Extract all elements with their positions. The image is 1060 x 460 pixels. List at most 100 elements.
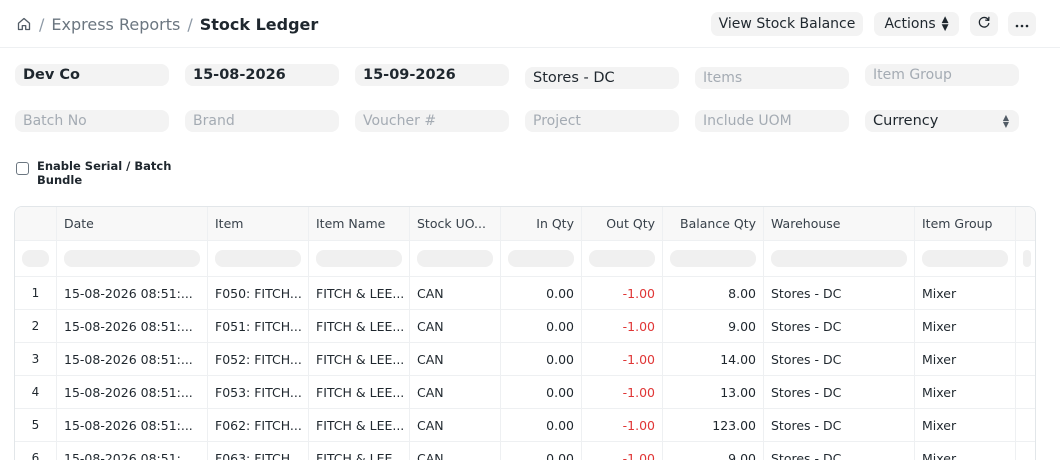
cell-in-qty[interactable]: 0.00 [501, 442, 582, 460]
row-index[interactable]: 3 [15, 343, 57, 375]
cell-warehouse[interactable]: Stores - DC [764, 409, 915, 441]
column-header-item-name[interactable]: Item Name [309, 207, 410, 240]
column-header-out-qty[interactable]: Out Qty [582, 207, 663, 240]
cell-stock-uom[interactable]: CAN [410, 310, 501, 342]
brand-field[interactable]: Brand [185, 110, 339, 132]
cell-in-qty[interactable]: 0.00 [501, 343, 582, 375]
cell-item-name[interactable]: FITCH & LEE... [309, 310, 410, 342]
cell-item-group[interactable]: Mixer [915, 409, 1016, 441]
row-index[interactable]: 4 [15, 376, 57, 408]
to-date-field[interactable]: 15-09-2026 [355, 64, 509, 86]
filter-item[interactable] [208, 241, 309, 276]
cell-item-group[interactable]: Mixer [915, 376, 1016, 408]
filter-balance-qty[interactable] [663, 241, 764, 276]
table-row[interactable]: 1 15-08-2026 08:51:... F050: FITCH... FITCH… [15, 277, 1035, 310]
cell-in-qty[interactable]: 0.00 [501, 310, 582, 342]
more-button[interactable] [1008, 12, 1036, 36]
cell-out-qty[interactable]: -1.00 [582, 310, 663, 342]
cell-item-group[interactable]: Mixer [915, 442, 1016, 460]
column-header-warehouse[interactable]: Warehouse [764, 207, 915, 240]
filter-in-qty[interactable] [501, 241, 582, 276]
filter-date[interactable] [57, 241, 208, 276]
cell-stock-uom[interactable]: CAN [410, 442, 501, 460]
cell-out-qty[interactable]: -1.00 [582, 343, 663, 375]
cell-out-qty[interactable]: -1.00 [582, 442, 663, 460]
cell-warehouse[interactable]: Stores - DC [764, 277, 915, 309]
include-uom-field[interactable]: Include UOM [695, 110, 849, 132]
table-row[interactable]: 2 15-08-2026 08:51:... F051: FITCH... FITCH… [15, 310, 1035, 343]
actions-button[interactable]: Actions ▲ ▼ [874, 12, 959, 36]
cell-item[interactable]: F062: FITCH... [208, 409, 309, 441]
column-header-item[interactable]: Item [208, 207, 309, 240]
cell-balance-qty[interactable]: 9.00 [663, 442, 764, 460]
filter-warehouse[interactable] [764, 241, 915, 276]
cell-out-qty[interactable]: -1.00 [582, 376, 663, 408]
cell-stock-uom[interactable]: CAN [410, 343, 501, 375]
company-field[interactable]: Dev Co [15, 64, 169, 86]
cell-item[interactable]: F050: FITCH... [208, 277, 309, 309]
table-row[interactable]: 6 15-08-2026 08:51:... F063: FITCH... FITCH… [15, 442, 1035, 460]
cell-in-qty[interactable]: 0.00 [501, 277, 582, 309]
column-header-balance-qty[interactable]: Balance Qty [663, 207, 764, 240]
warehouse-field[interactable]: Stores - DC [525, 67, 679, 89]
column-header-stock-uom[interactable]: Stock UO... [410, 207, 501, 240]
table-row[interactable]: 4 15-08-2026 08:51:... F053: FITCH... FITCH… [15, 376, 1035, 409]
cell-in-qty[interactable]: 0.00 [501, 376, 582, 408]
cell-balance-qty[interactable]: 13.00 [663, 376, 764, 408]
row-index[interactable]: 6 [15, 442, 57, 460]
cell-item[interactable]: F051: FITCH... [208, 310, 309, 342]
cell-extra[interactable] [1016, 310, 1035, 342]
table-row[interactable]: 5 15-08-2026 08:51:... F062: FITCH... FITCH… [15, 409, 1035, 442]
filter-out-qty[interactable] [582, 241, 663, 276]
cell-date[interactable]: 15-08-2026 08:51:... [57, 310, 208, 342]
cell-stock-uom[interactable]: CAN [410, 376, 501, 408]
cell-out-qty[interactable]: -1.00 [582, 277, 663, 309]
batch-no-field[interactable]: Batch No [15, 110, 169, 132]
filter-item-name[interactable] [309, 241, 410, 276]
row-index[interactable]: 5 [15, 409, 57, 441]
cell-date[interactable]: 15-08-2026 08:51:... [57, 376, 208, 408]
column-header-date[interactable]: Date [57, 207, 208, 240]
cell-balance-qty[interactable]: 9.00 [663, 310, 764, 342]
voucher-field[interactable]: Voucher # [355, 110, 509, 132]
cell-item-name[interactable]: FITCH & LEE... [309, 376, 410, 408]
cell-item[interactable]: F053: FITCH... [208, 376, 309, 408]
cell-item-name[interactable]: FITCH & LEE... [309, 277, 410, 309]
cell-date[interactable]: 15-08-2026 08:51:... [57, 409, 208, 441]
cell-extra[interactable] [1016, 376, 1035, 408]
cell-extra[interactable] [1016, 277, 1035, 309]
cell-item-name[interactable]: FITCH & LEE... [309, 442, 410, 460]
column-header-in-qty[interactable]: In Qty [501, 207, 582, 240]
filter-cell[interactable] [15, 241, 57, 276]
cell-warehouse[interactable]: Stores - DC [764, 376, 915, 408]
home-icon[interactable] [16, 16, 32, 32]
serial-batch-checkbox[interactable] [16, 162, 29, 175]
cell-extra[interactable] [1016, 442, 1035, 460]
view-stock-balance-button[interactable]: View Stock Balance [711, 12, 863, 36]
cell-date[interactable]: 15-08-2026 08:51:... [57, 277, 208, 309]
currency-select[interactable]: Currency ▲ ▼ [865, 110, 1019, 132]
refresh-button[interactable] [970, 12, 998, 36]
cell-warehouse[interactable]: Stores - DC [764, 310, 915, 342]
cell-date[interactable]: 15-08-2026 08:51:... [57, 442, 208, 460]
cell-item-name[interactable]: FITCH & LEE... [309, 409, 410, 441]
filter-item-group[interactable] [915, 241, 1016, 276]
project-field[interactable]: Project [525, 110, 679, 132]
cell-stock-uom[interactable]: CAN [410, 409, 501, 441]
cell-item-group[interactable]: Mixer [915, 277, 1016, 309]
breadcrumb-express-reports[interactable]: Express Reports [51, 15, 180, 34]
cell-warehouse[interactable]: Stores - DC [764, 343, 915, 375]
cell-extra[interactable] [1016, 409, 1035, 441]
table-row[interactable]: 3 15-08-2026 08:51:... F052: FITCH... FITCH… [15, 343, 1035, 376]
row-index[interactable]: 1 [15, 277, 57, 309]
cell-balance-qty[interactable]: 14.00 [663, 343, 764, 375]
cell-item-group[interactable]: Mixer [915, 343, 1016, 375]
cell-balance-qty[interactable]: 8.00 [663, 277, 764, 309]
filter-extra[interactable] [1016, 241, 1035, 276]
cell-item-name[interactable]: FITCH & LEE... [309, 343, 410, 375]
cell-balance-qty[interactable]: 123.00 [663, 409, 764, 441]
cell-date[interactable]: 15-08-2026 08:51:... [57, 343, 208, 375]
cell-stock-uom[interactable]: CAN [410, 277, 501, 309]
item-group-field[interactable]: Item Group [865, 64, 1019, 86]
cell-item[interactable]: F063: FITCH... [208, 442, 309, 460]
